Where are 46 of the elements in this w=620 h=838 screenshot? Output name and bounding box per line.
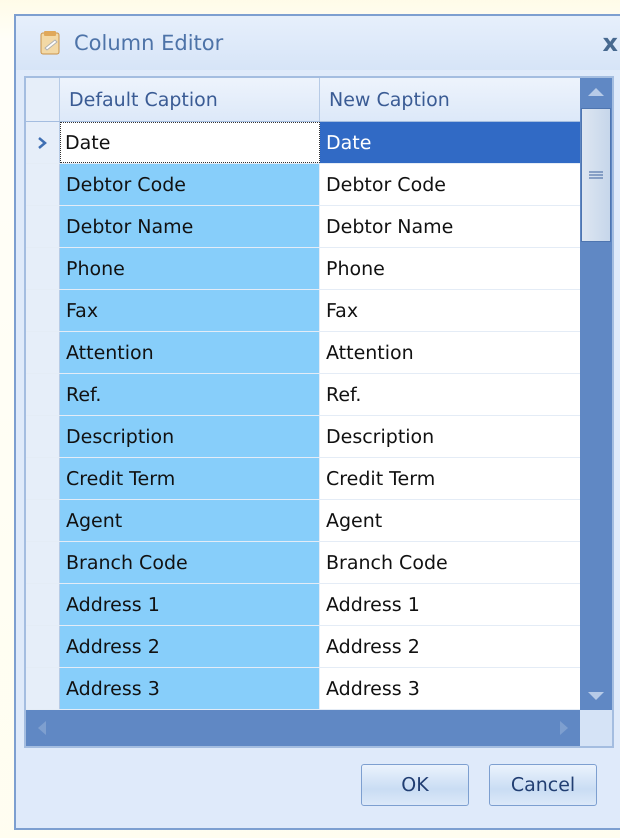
table-cell[interactable]: Address 3 xyxy=(60,668,320,709)
table-cell[interactable]: Debtor Code xyxy=(320,164,580,205)
column-header[interactable]: New Caption xyxy=(320,78,580,121)
table-cell[interactable]: Attention xyxy=(60,332,320,373)
table-cell[interactable]: Address 1 xyxy=(320,584,580,625)
table-cell[interactable]: Branch Code xyxy=(320,542,580,583)
column-header[interactable]: Default Caption xyxy=(60,78,320,121)
scrollbar-thumb[interactable] xyxy=(581,108,611,242)
table-cell[interactable]: Date xyxy=(320,122,580,163)
current-row-icon xyxy=(38,136,47,148)
table-cell[interactable]: Ref. xyxy=(320,374,580,415)
row-header[interactable] xyxy=(26,122,60,163)
table-cell[interactable]: Credit Term xyxy=(320,458,580,499)
cancel-button[interactable]: Cancel xyxy=(489,764,597,806)
table-cell[interactable]: Phone xyxy=(60,248,320,289)
table-cell[interactable]: Description xyxy=(60,416,320,457)
table-cell[interactable]: Agent xyxy=(60,500,320,541)
scroll-left-icon[interactable] xyxy=(38,721,46,735)
window-title: Column Editor xyxy=(74,31,224,55)
table-cell[interactable]: Branch Code xyxy=(60,542,320,583)
table-cell[interactable]: Debtor Name xyxy=(320,206,580,247)
table-cell[interactable]: Fax xyxy=(320,290,580,331)
table-cell[interactable]: Attention xyxy=(320,332,580,373)
table-cell[interactable]: Credit Term xyxy=(60,458,320,499)
scroll-down-icon[interactable] xyxy=(586,692,606,702)
table-cell[interactable]: Phone xyxy=(320,248,580,289)
row-header-corner xyxy=(26,78,60,121)
table-cell[interactable]: Debtor Name xyxy=(60,206,320,247)
scroll-right-icon[interactable] xyxy=(560,721,568,735)
vertical-scrollbar[interactable] xyxy=(580,78,612,710)
table-cell[interactable]: Date xyxy=(60,122,320,163)
horizontal-scrollbar[interactable] xyxy=(26,710,580,746)
table-cell[interactable]: Ref. xyxy=(60,374,320,415)
table-cell[interactable]: Address 1 xyxy=(60,584,320,625)
table-cell[interactable]: Debtor Code xyxy=(60,164,320,205)
table-cell[interactable]: Agent xyxy=(320,500,580,541)
table-cell[interactable]: Address 3 xyxy=(320,668,580,709)
table-cell[interactable]: Address 2 xyxy=(60,626,320,667)
table-cell[interactable]: Fax xyxy=(60,290,320,331)
table-cell[interactable]: Description xyxy=(320,416,580,457)
notepad-icon xyxy=(38,30,62,56)
table-cell[interactable]: Address 2 xyxy=(320,626,580,667)
ok-button[interactable]: OK xyxy=(361,764,469,806)
close-button[interactable]: x xyxy=(602,29,618,57)
scroll-up-icon[interactable] xyxy=(586,86,606,96)
grip-icon xyxy=(589,171,603,179)
